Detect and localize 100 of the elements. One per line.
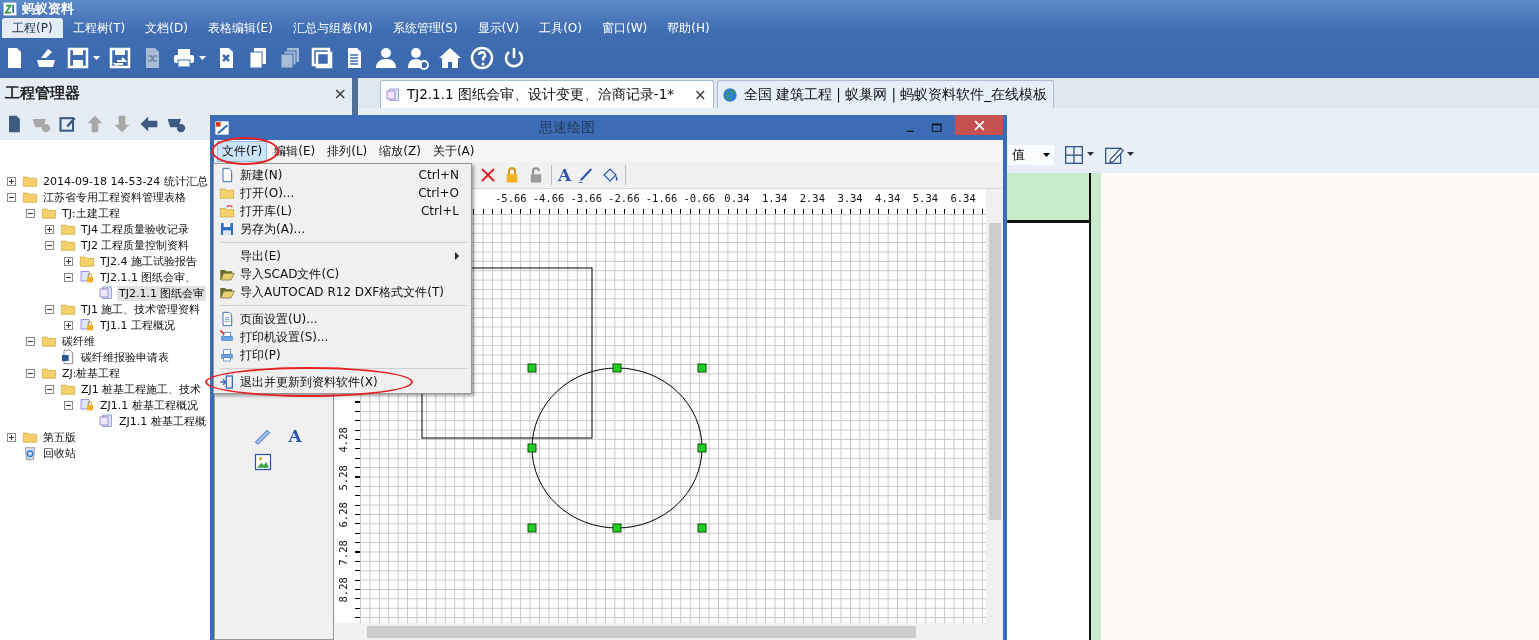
menu-item[interactable]: 工程树(T) [62, 18, 136, 38]
menu-item[interactable]: 打印(P) [216, 346, 469, 364]
menu-item[interactable]: 新建(N) Ctrl+N [216, 166, 469, 184]
save-as-icon[interactable] [108, 46, 132, 70]
tab-close-button[interactable]: × [694, 85, 707, 104]
tree-item[interactable]: TJ2 工程质量控制资料 [79, 237, 192, 253]
selection-handle[interactable] [612, 363, 622, 373]
save-icon[interactable] [66, 46, 90, 70]
menu-item[interactable]: 表格编辑(E) [197, 18, 283, 38]
menu-item[interactable]: 导出(E) [216, 247, 469, 265]
close-button[interactable] [955, 115, 1003, 135]
close-button[interactable]: × [333, 83, 347, 103]
circle-shape[interactable] [531, 367, 703, 529]
menu-item[interactable]: 排列(L) [322, 140, 373, 162]
app-icon [214, 119, 230, 136]
expander-toggle[interactable] [64, 320, 73, 330]
menu-item[interactable]: 汇总与组卷(M) [282, 18, 383, 38]
selection-handle[interactable] [527, 523, 537, 533]
tree-item[interactable]: ZJ1 桩基工程施工、技术 [79, 381, 204, 397]
menu-item[interactable]: 工程(P) [2, 18, 63, 38]
user-power-icon[interactable] [406, 46, 430, 70]
tree-item[interactable]: ZJ:桩基工程 [60, 365, 123, 381]
menu-item[interactable]: 关于(A) [427, 140, 480, 162]
window-icon[interactable] [310, 46, 334, 70]
tree-item[interactable]: TJ2.1.1 图纸会审 [117, 285, 207, 301]
help-icon[interactable] [470, 46, 494, 70]
expander-toggle[interactable] [64, 400, 73, 410]
tray-icon[interactable] [34, 46, 58, 70]
tree-item[interactable]: TJ4 工程质量验收记录 [79, 221, 192, 237]
grid-icon[interactable] [1064, 144, 1084, 165]
expander-toggle[interactable] [7, 176, 16, 186]
selection-handle[interactable] [697, 363, 707, 373]
expander-toggle[interactable] [64, 256, 73, 266]
menu-item[interactable]: 打开库(L) Ctrl+L [216, 202, 469, 220]
selection-handle[interactable] [612, 523, 622, 533]
stacked-documents-icon[interactable] [278, 46, 302, 70]
expander-toggle[interactable] [64, 272, 73, 282]
tree-item[interactable]: TJ1.1 工程概况 [98, 317, 177, 333]
tree-item[interactable]: TJ2.1.1 图纸会审、 [98, 269, 199, 285]
caret-icon[interactable] [1127, 152, 1134, 157]
home-icon[interactable] [438, 46, 462, 70]
edit-icon[interactable] [58, 114, 78, 134]
selection-handle[interactable] [527, 363, 537, 373]
picture-icon[interactable] [253, 452, 273, 472]
power-icon[interactable] [502, 46, 526, 70]
expander-toggle[interactable] [26, 336, 35, 346]
tree-item[interactable]: 江苏省专用工程资料管理表格 [41, 189, 188, 205]
expander-toggle[interactable] [7, 432, 16, 442]
menu-item[interactable]: 导入SCAD文件(C) [216, 265, 469, 283]
expander-toggle[interactable] [45, 240, 54, 250]
folder-icon [21, 173, 39, 189]
ruler-label: 7.28 [336, 538, 350, 567]
left-arrow-icon[interactable] [139, 114, 159, 134]
document-tab[interactable]: 全国 建筑工程 | 蚁巢网 | 蚂蚁资料软件_在线模板 [716, 80, 1054, 108]
window-title: 思速绘图 [537, 118, 596, 137]
expander-toggle[interactable] [26, 368, 35, 378]
menu-item[interactable]: 页面设置(U)... [216, 310, 469, 328]
delete-icon[interactable] [479, 166, 497, 184]
menu-item[interactable]: 系统管理(S) [382, 18, 468, 38]
menu-item[interactable]: 文档(D) [135, 18, 198, 38]
tree-item[interactable]: TJ1 施工、技术管理资料 [79, 301, 203, 317]
tree-item[interactable]: 第五版 [41, 429, 78, 445]
selection-handle[interactable] [527, 443, 537, 453]
menu-item[interactable]: 另存为(A)... [216, 220, 469, 238]
menu-item[interactable]: 打印机设置(S)... [216, 328, 469, 346]
user-icon[interactable] [374, 46, 398, 70]
expander-toggle[interactable] [45, 304, 54, 314]
menu-item[interactable]: 打开(O)... Ctrl+O [216, 184, 469, 202]
folder-icon [59, 301, 77, 317]
menu-item[interactable]: 缩放(Z) [374, 140, 426, 162]
expander-toggle[interactable] [7, 192, 16, 202]
menu-item[interactable]: 窗口(W) [591, 18, 658, 38]
tree-item[interactable]: 碳纤维报验申请表 [79, 349, 171, 365]
text-tool[interactable]: A [558, 165, 572, 185]
selection-handle[interactable] [697, 523, 707, 533]
menu-item[interactable]: 文件(F) [217, 140, 268, 162]
expander-toggle[interactable] [26, 208, 35, 218]
tree-item[interactable]: ZJ1.1 桩基工程概况 [98, 397, 200, 413]
tree-item[interactable]: TJ:土建工程 [60, 205, 122, 221]
tree-item[interactable]: ZJ1.1 桩基工程概 [117, 413, 208, 429]
close-icon[interactable] [973, 119, 985, 131]
expander-toggle[interactable] [45, 224, 54, 234]
caret-icon[interactable] [1087, 152, 1094, 157]
tree-item[interactable]: 2014-09-18 14-53-24 统计汇总 [41, 173, 210, 189]
caret-icon[interactable] [1043, 152, 1050, 157]
selection-handle[interactable] [697, 443, 707, 453]
menu-item[interactable]: 退出并更新到资料软件(X) [216, 373, 469, 391]
menu-item[interactable]: 显示(V) [467, 18, 530, 38]
menu-item[interactable]: 帮助(H) [657, 18, 720, 38]
tree-item[interactable]: TJ2.4 施工试验报告 [98, 253, 199, 269]
text-tool[interactable]: A [288, 426, 302, 446]
document-tab[interactable]: TJ2.1.1 图纸会审、设计变更、洽商记录-1* × [380, 80, 714, 108]
tree-item[interactable]: 回收站 [41, 445, 78, 461]
tree-item[interactable]: 碳纤维 [60, 333, 97, 349]
expander-toggle[interactable] [45, 384, 54, 394]
dropdown[interactable]: 值 [1008, 144, 1054, 165]
menu-item[interactable]: 工具(O) [529, 18, 592, 38]
paint-bucket-icon[interactable] [601, 166, 620, 184]
menu-item[interactable]: 导入AUTOCAD R12 DXF格式文件(T) [216, 283, 469, 301]
printer-icon[interactable] [172, 46, 196, 70]
